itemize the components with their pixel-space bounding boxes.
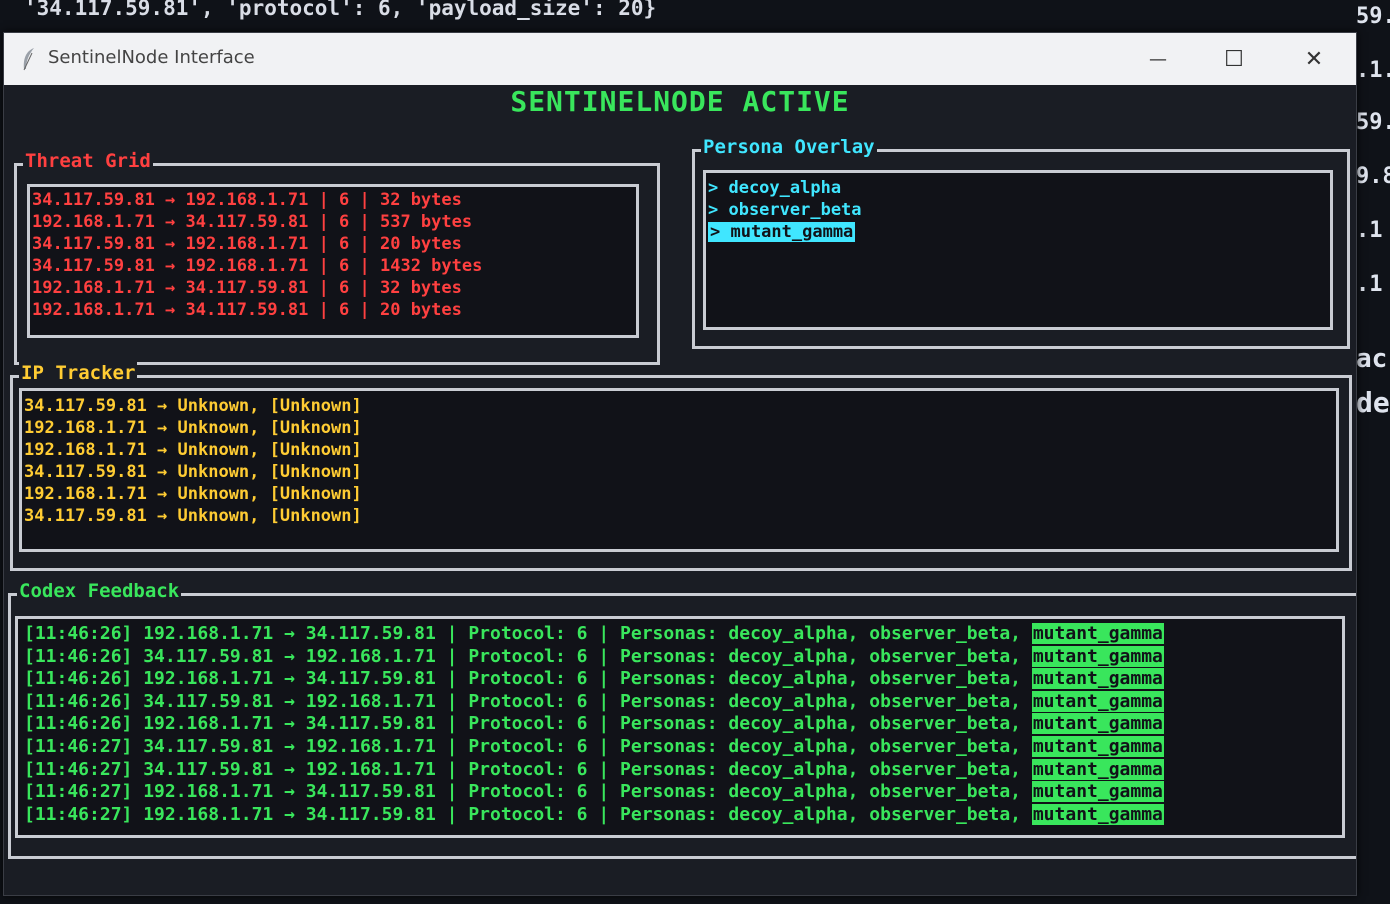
app-heading: SENTINELNODE ACTIVE (510, 85, 850, 118)
codex-feedback-label: Codex Feedback (17, 580, 182, 602)
ip-row[interactable]: 192.168.1.71 → Unknown, [Unknown] (24, 483, 1334, 505)
app-window: SentinelNode Interface — ☐ ✕ SENTINELNOD… (3, 32, 1357, 896)
codex-row-text: [11:46:27] 34.117.59.81 → 192.168.1.71 |… (24, 735, 1032, 757)
ip-row[interactable]: 34.117.59.81 → Unknown, [Unknown] (24, 505, 1334, 527)
threat-row[interactable]: 34.117.59.81 → 192.168.1.71 | 6 | 1432 b… (32, 255, 634, 277)
codex-row-text: [11:46:26] 34.117.59.81 → 192.168.1.71 |… (24, 690, 1032, 712)
threat-row[interactable]: 34.117.59.81 → 192.168.1.71 | 6 | 32 byt… (32, 189, 634, 211)
codex-row-highlight: mutant_gamma (1031, 713, 1164, 735)
terminal-top-line: '34.117.59.81', 'protocol': 6, 'payload_… (24, 0, 657, 20)
title-bar[interactable]: SentinelNode Interface — ☐ ✕ (4, 33, 1356, 85)
maximize-icon: ☐ (1224, 46, 1244, 72)
client-area: SENTINELNODE ACTIVE Threat Grid 34.117.5… (4, 85, 1356, 895)
ip-tracker-list[interactable]: 34.117.59.81 → Unknown, [Unknown] 192.16… (19, 388, 1339, 552)
persona-item-observer-beta[interactable]: > observer_beta (708, 199, 1328, 221)
ip-tracker-label: IP Tracker (19, 362, 138, 384)
threat-row[interactable]: 192.168.1.71 → 34.117.59.81 | 6 | 20 byt… (32, 299, 634, 321)
codex-row-highlight: mutant_gamma (1031, 623, 1164, 644)
persona-item-label: > observer_beta (708, 200, 862, 220)
threat-row[interactable]: 192.168.1.71 → 34.117.59.81 | 6 | 32 byt… (32, 277, 634, 299)
codex-row-highlight: mutant_gamma (1031, 668, 1164, 690)
ip-row[interactable]: 192.168.1.71 → Unknown, [Unknown] (24, 439, 1334, 461)
threat-grid-label: Threat Grid (23, 150, 153, 172)
ip-row[interactable]: 34.117.59.81 → Unknown, [Unknown] (24, 395, 1334, 417)
minimize-button[interactable]: — (1128, 39, 1188, 79)
codex-row-highlight: mutant_gamma (1031, 690, 1164, 712)
codex-row-highlight: mutant_gamma (1031, 645, 1164, 667)
close-icon: ✕ (1304, 46, 1324, 72)
threat-grid-panel: Threat Grid 34.117.59.81 → 192.168.1.71 … (14, 150, 660, 365)
close-button[interactable]: ✕ (1284, 39, 1344, 79)
codex-row-text: [11:46:26] 192.168.1.71 → 34.117.59.81 |… (24, 713, 1032, 735)
threat-row[interactable]: 34.117.59.81 → 192.168.1.71 | 6 | 20 byt… (32, 233, 634, 255)
codex-row-text: [11:46:26] 34.117.59.81 → 192.168.1.71 |… (24, 645, 1032, 667)
codex-row-text: [11:46:26] 192.168.1.71 → 34.117.59.81 |… (24, 623, 1032, 644)
codex-row[interactable]: [11:46:27] 34.117.59.81 → 192.168.1.71 |… (24, 758, 1336, 782)
ip-tracker-panel: IP Tracker 34.117.59.81 → Unknown, [Unkn… (10, 362, 1352, 571)
persona-item-decoy-alpha[interactable]: > decoy_alpha (708, 177, 1328, 199)
terminal-side-fragment: 9.8 (1356, 164, 1390, 189)
ip-row[interactable]: 192.168.1.71 → Unknown, [Unknown] (24, 417, 1334, 439)
codex-row-text: [11:46:27] 192.168.1.71 → 34.117.59.81 |… (24, 803, 1032, 825)
terminal-side-fragment: de (1356, 386, 1390, 419)
persona-item-label: > mutant_gamma (708, 222, 856, 242)
terminal-side-fragment: .1 (1356, 272, 1383, 297)
persona-overlay-label: Persona Overlay (701, 136, 877, 158)
codex-row[interactable]: [11:46:26] 192.168.1.71 → 34.117.59.81 |… (24, 623, 1336, 646)
codex-row[interactable]: [11:46:27] 34.117.59.81 → 192.168.1.71 |… (24, 735, 1336, 759)
terminal-side-fragment: ac (1356, 344, 1388, 374)
codex-row-text: [11:46:27] 192.168.1.71 → 34.117.59.81 |… (24, 781, 1032, 803)
codex-row-highlight: mutant_gamma (1031, 781, 1164, 803)
codex-row[interactable]: [11:46:27] 192.168.1.71 → 34.117.59.81 |… (24, 781, 1336, 804)
codex-row-highlight: mutant_gamma (1031, 803, 1164, 825)
terminal-side-fragment: 59. (1356, 110, 1390, 135)
codex-row[interactable]: [11:46:27] 192.168.1.71 → 34.117.59.81 |… (24, 803, 1336, 827)
codex-row[interactable]: [11:46:26] 34.117.59.81 → 192.168.1.71 |… (24, 690, 1336, 714)
minimize-icon: — (1149, 48, 1167, 70)
terminal-side-fragment: 59. (1356, 4, 1390, 29)
codex-row-text: [11:46:26] 192.168.1.71 → 34.117.59.81 |… (24, 668, 1032, 690)
codex-row[interactable]: [11:46:26] 192.168.1.71 → 34.117.59.81 |… (24, 713, 1336, 736)
codex-feedback-panel: Codex Feedback [11:46:26] 192.168.1.71 →… (8, 580, 1356, 859)
terminal-side-fragment: .1. (1356, 58, 1390, 83)
threat-grid-list[interactable]: 34.117.59.81 → 192.168.1.71 | 6 | 32 byt… (27, 184, 639, 338)
codex-row-highlight: mutant_gamma (1031, 758, 1164, 780)
codex-row[interactable]: [11:46:26] 192.168.1.71 → 34.117.59.81 |… (24, 668, 1336, 691)
codex-row[interactable]: [11:46:26] 34.117.59.81 → 192.168.1.71 |… (24, 645, 1336, 669)
maximize-button[interactable]: ☐ (1204, 39, 1264, 79)
persona-list[interactable]: > decoy_alpha > observer_beta > mutant_g… (703, 170, 1333, 330)
threat-row[interactable]: 192.168.1.71 → 34.117.59.81 | 6 | 537 by… (32, 211, 634, 233)
codex-feedback-log[interactable]: [11:46:26] 192.168.1.71 → 34.117.59.81 |… (15, 616, 1345, 838)
persona-overlay-panel: Persona Overlay > decoy_alpha > observer… (692, 136, 1350, 349)
codex-row-text: [11:46:27] 34.117.59.81 → 192.168.1.71 |… (24, 758, 1032, 780)
persona-item-label: > decoy_alpha (708, 178, 842, 198)
window-title: SentinelNode Interface (48, 47, 255, 68)
ip-row[interactable]: 34.117.59.81 → Unknown, [Unknown] (24, 461, 1334, 483)
feather-icon (23, 48, 34, 71)
codex-row-highlight: mutant_gamma (1031, 735, 1164, 757)
terminal-side-fragment: .1 (1356, 218, 1383, 243)
persona-item-mutant-gamma[interactable]: > mutant_gamma (708, 221, 1328, 243)
